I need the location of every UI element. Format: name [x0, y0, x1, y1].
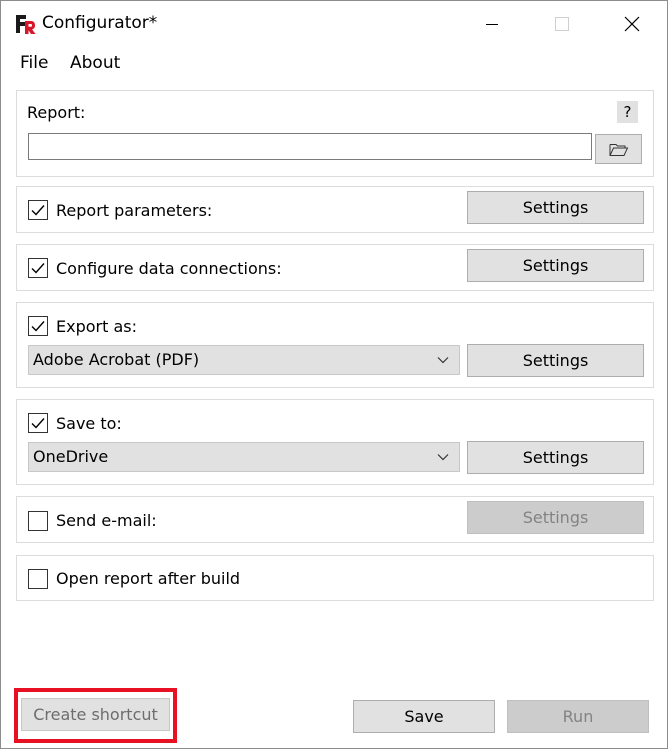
chevron-down-icon — [437, 357, 449, 364]
chevron-down-icon — [437, 454, 449, 461]
close-button[interactable] — [597, 1, 667, 47]
send-email-group: Send e-mail: Settings — [16, 496, 654, 543]
create-shortcut-button[interactable]: Create shortcut — [21, 698, 170, 731]
save-button[interactable]: Save — [353, 700, 495, 733]
open-after-build-checkbox[interactable] — [28, 569, 48, 589]
maximize-icon — [555, 17, 569, 31]
folder-open-icon — [609, 144, 629, 156]
help-button[interactable]: ? — [617, 101, 638, 123]
report-label: Report: — [27, 103, 86, 122]
run-button: Run — [507, 700, 649, 733]
save-to-group: Save to: OneDrive Settings — [16, 399, 654, 485]
checkmark-icon — [31, 321, 45, 332]
report-parameters-group: Report parameters: Settings — [16, 186, 654, 233]
menu-about[interactable]: About — [70, 51, 120, 75]
close-icon — [624, 16, 640, 32]
save-to-label: Save to: — [56, 414, 122, 433]
title-bar[interactable]: Configurator* — [1, 1, 667, 47]
minimize-icon — [486, 24, 498, 25]
report-parameters-checkbox[interactable] — [28, 200, 48, 220]
export-label: Export as: — [56, 317, 137, 336]
window-title: Configurator* — [42, 13, 158, 33]
save-to-value: OneDrive — [33, 447, 109, 466]
export-settings-button[interactable]: Settings — [467, 344, 644, 377]
menu-file[interactable]: File — [20, 51, 48, 75]
send-email-label: Send e-mail: — [56, 511, 157, 530]
checkmark-icon — [31, 418, 45, 429]
data-connections-checkbox[interactable] — [28, 258, 48, 278]
send-email-checkbox[interactable] — [28, 511, 48, 531]
fastreport-logo-icon — [16, 15, 36, 34]
report-path-input[interactable] — [28, 133, 592, 160]
browse-button[interactable] — [595, 134, 642, 164]
open-after-build-group: Open report after build — [16, 555, 654, 601]
data-connections-label: Configure data connections: — [56, 259, 282, 278]
data-connections-group: Configure data connections: Settings — [16, 244, 654, 291]
minimize-button[interactable] — [457, 1, 527, 47]
save-to-select[interactable]: OneDrive — [28, 442, 460, 472]
open-after-build-label: Open report after build — [56, 569, 241, 588]
checkmark-icon — [31, 263, 45, 274]
send-email-settings-button: Settings — [467, 501, 644, 534]
export-format-select[interactable]: Adobe Acrobat (PDF) — [28, 345, 460, 375]
save-to-settings-button[interactable]: Settings — [467, 441, 644, 474]
maximize-button[interactable] — [527, 1, 597, 47]
export-format-value: Adobe Acrobat (PDF) — [33, 350, 200, 369]
report-parameters-settings-button[interactable]: Settings — [467, 191, 644, 224]
report-group: Report: ? — [16, 90, 654, 177]
export-group: Export as: Adobe Acrobat (PDF) Settings — [16, 302, 654, 388]
export-checkbox[interactable] — [28, 316, 48, 336]
data-connections-settings-button[interactable]: Settings — [467, 249, 644, 282]
configurator-window: Configurator* File About Report: ? Repor… — [0, 0, 668, 749]
checkmark-icon — [31, 205, 45, 216]
save-to-checkbox[interactable] — [28, 413, 48, 433]
report-parameters-label: Report parameters: — [56, 201, 213, 220]
